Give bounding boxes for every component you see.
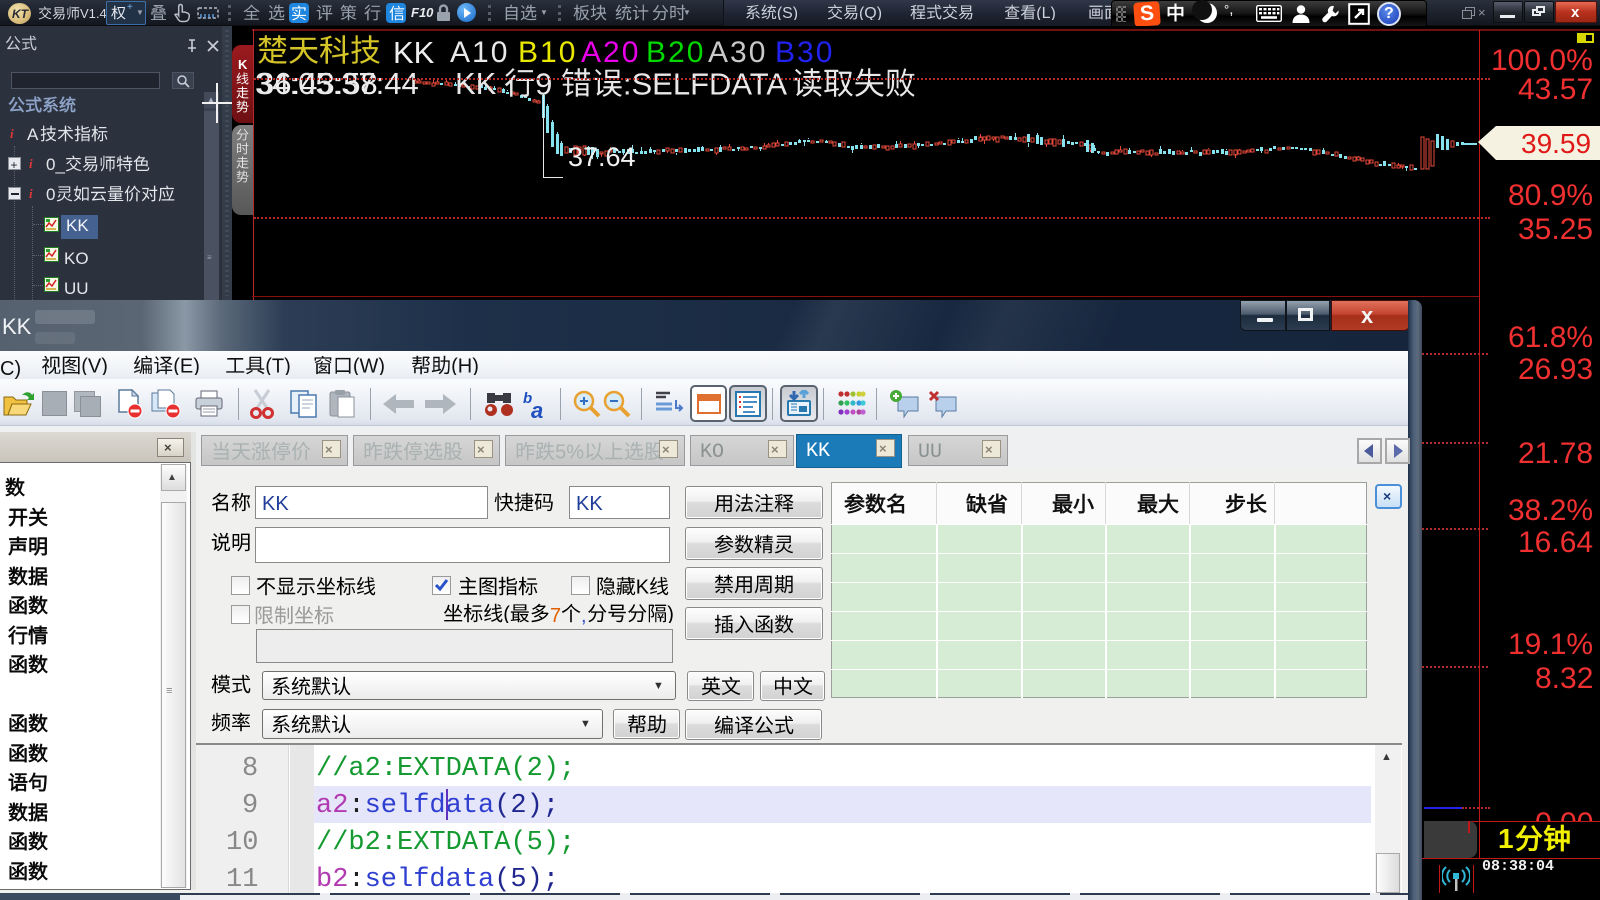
svg-text:(H): (H) [451,356,479,375]
svg-text:(E): (E) [173,356,200,375]
svg-text:(W): (W) [353,356,385,375]
svg-text:K: K [636,577,650,596]
svg-text:(V): (V) [81,356,108,375]
svg-text:(: ( [503,604,510,623]
svg-text:): ) [667,604,674,623]
svg-text:5%: 5% [555,442,584,461]
svg-text:(T): (T) [265,356,291,375]
